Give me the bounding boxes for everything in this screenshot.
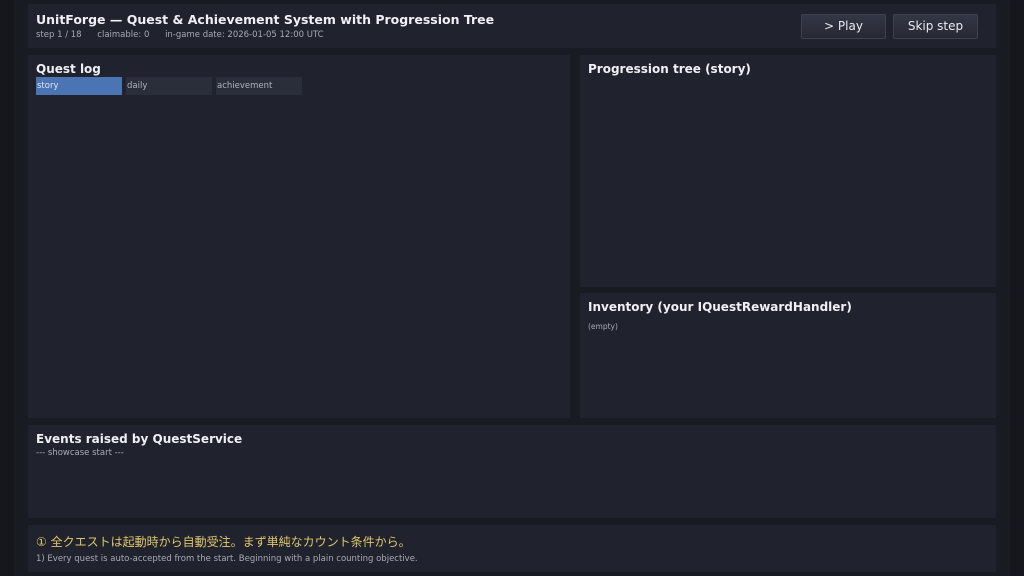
tab-daily[interactable]: daily [126, 77, 212, 95]
status-line: step 1 / 18 claimable: 0 in-game date: 2… [36, 30, 337, 40]
events-title: Events raised by QuestService [36, 432, 243, 446]
claimable-count: claimable: 0 [97, 30, 150, 40]
step-counter: step 1 / 18 [36, 30, 82, 40]
inventory-panel: Inventory (your IQuestRewardHandler) (em… [580, 293, 996, 418]
skip-step-button[interactable]: Skip step [893, 14, 978, 39]
events-panel: Events raised by QuestService --- showca… [28, 425, 996, 518]
quest-log-panel: Quest log story daily achievement [28, 55, 570, 418]
tab-story[interactable]: story [36, 77, 122, 95]
event-line: --- showcase start --- [36, 448, 124, 458]
tab-achievement[interactable]: achievement [216, 77, 302, 95]
narration-english: 1) Every quest is auto-accepted from the… [36, 554, 418, 564]
inventory-empty-label: (empty) [588, 322, 618, 331]
narration-japanese: ① 全クエストは起動時から自動受注。まず単純なカウント条件から。 [36, 535, 411, 549]
quest-log-title: Quest log [36, 62, 101, 76]
narration-footer: ① 全クエストは起動時から自動受注。まず単純なカウント条件から。 1) Ever… [28, 525, 996, 572]
in-game-date: in-game date: 2026-01-05 12:00 UTC [165, 30, 324, 40]
inventory-title: Inventory (your IQuestRewardHandler) [588, 300, 852, 314]
header-bar: UnitForge — Quest & Achievement System w… [28, 4, 996, 48]
progression-tree-title: Progression tree (story) [588, 62, 751, 76]
play-button[interactable]: > Play [801, 14, 886, 39]
progression-tree-panel: Progression tree (story) [580, 55, 996, 287]
app-title: UnitForge — Quest & Achievement System w… [36, 12, 495, 27]
